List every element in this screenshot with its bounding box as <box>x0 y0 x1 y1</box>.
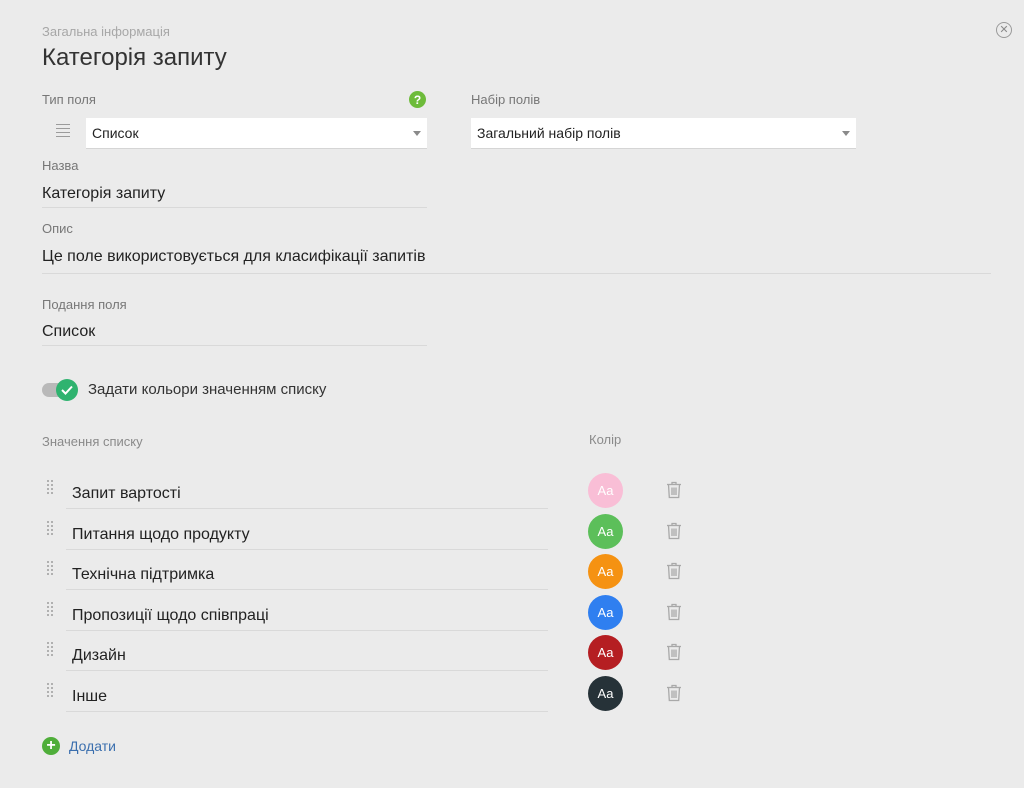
trash-icon[interactable] <box>666 481 682 499</box>
color-swatch[interactable]: Aa <box>588 635 623 670</box>
color-toggle[interactable] <box>42 378 78 402</box>
presentation-field[interactable]: Список <box>42 323 427 346</box>
color-swatch[interactable]: Aa <box>588 514 623 549</box>
list-item: Питання щодо продукту Aa <box>42 514 702 556</box>
page-title: Категорія запиту <box>42 44 227 71</box>
field-type-select[interactable]: Список <box>86 118 427 148</box>
field-set-select[interactable]: Загальний набір полів <box>471 118 856 148</box>
drag-handle-icon[interactable] <box>47 480 55 496</box>
list-item-value[interactable]: Пропозиції щодо співпраці <box>66 597 548 631</box>
add-label: Додати <box>69 738 116 754</box>
name-field[interactable]: Категорія запиту <box>42 185 427 208</box>
chevron-down-icon <box>413 130 421 136</box>
name-label: Назва <box>42 158 79 173</box>
field-set-label: Набір полів <box>471 92 541 107</box>
trash-icon[interactable] <box>666 522 682 540</box>
list-item: Запит вартості Aa <box>42 473 702 515</box>
close-icon[interactable]: ✕ <box>996 22 1012 38</box>
field-type-value: Список <box>92 125 139 141</box>
trash-icon[interactable] <box>666 643 682 661</box>
color-swatch[interactable]: Aa <box>588 676 623 711</box>
add-value-button[interactable]: + Додати <box>42 737 116 755</box>
section-label: Загальна інформація <box>42 24 170 39</box>
trash-icon[interactable] <box>666 562 682 580</box>
drag-handle-icon[interactable] <box>47 521 55 537</box>
check-icon <box>56 379 78 401</box>
list-item-value[interactable]: Питання щодо продукту <box>66 516 548 550</box>
drag-handle-icon[interactable] <box>47 683 55 699</box>
values-header: Значення списку <box>42 434 143 449</box>
list-item-value[interactable]: Запит вартості <box>66 475 548 509</box>
field-type-label: Тип поля <box>42 92 96 107</box>
color-swatch[interactable]: Aa <box>588 473 623 508</box>
field-set-value: Загальний набір полів <box>477 125 621 141</box>
color-header: Колір <box>589 432 622 447</box>
list-item: Пропозиції щодо співпраці Aa <box>42 595 702 637</box>
presentation-label: Подання поля <box>42 297 127 312</box>
list-item-value[interactable]: Дизайн <box>66 637 548 671</box>
drag-handle-icon[interactable] <box>47 561 55 577</box>
trash-icon[interactable] <box>666 603 682 621</box>
list-item: Інше Aa <box>42 676 702 718</box>
list-item: Дизайн Aa <box>42 635 702 677</box>
list-item-value[interactable]: Інше <box>66 678 548 712</box>
list-type-icon <box>56 124 70 138</box>
list-item-value[interactable]: Технічна підтримка <box>66 556 548 590</box>
color-swatch[interactable]: Aa <box>588 554 623 589</box>
drag-handle-icon[interactable] <box>47 642 55 658</box>
drag-handle-icon[interactable] <box>47 602 55 618</box>
description-label: Опис <box>42 221 73 236</box>
trash-icon[interactable] <box>666 684 682 702</box>
plus-circle-icon: + <box>42 737 60 755</box>
help-icon[interactable]: ? <box>409 91 426 108</box>
list-item: Технічна підтримка Aa <box>42 554 702 596</box>
color-swatch[interactable]: Aa <box>588 595 623 630</box>
chevron-down-icon <box>842 130 850 136</box>
description-field[interactable]: Це поле використовується для класифікаці… <box>42 248 991 274</box>
color-toggle-label: Задати кольори значенням списку <box>88 381 327 398</box>
